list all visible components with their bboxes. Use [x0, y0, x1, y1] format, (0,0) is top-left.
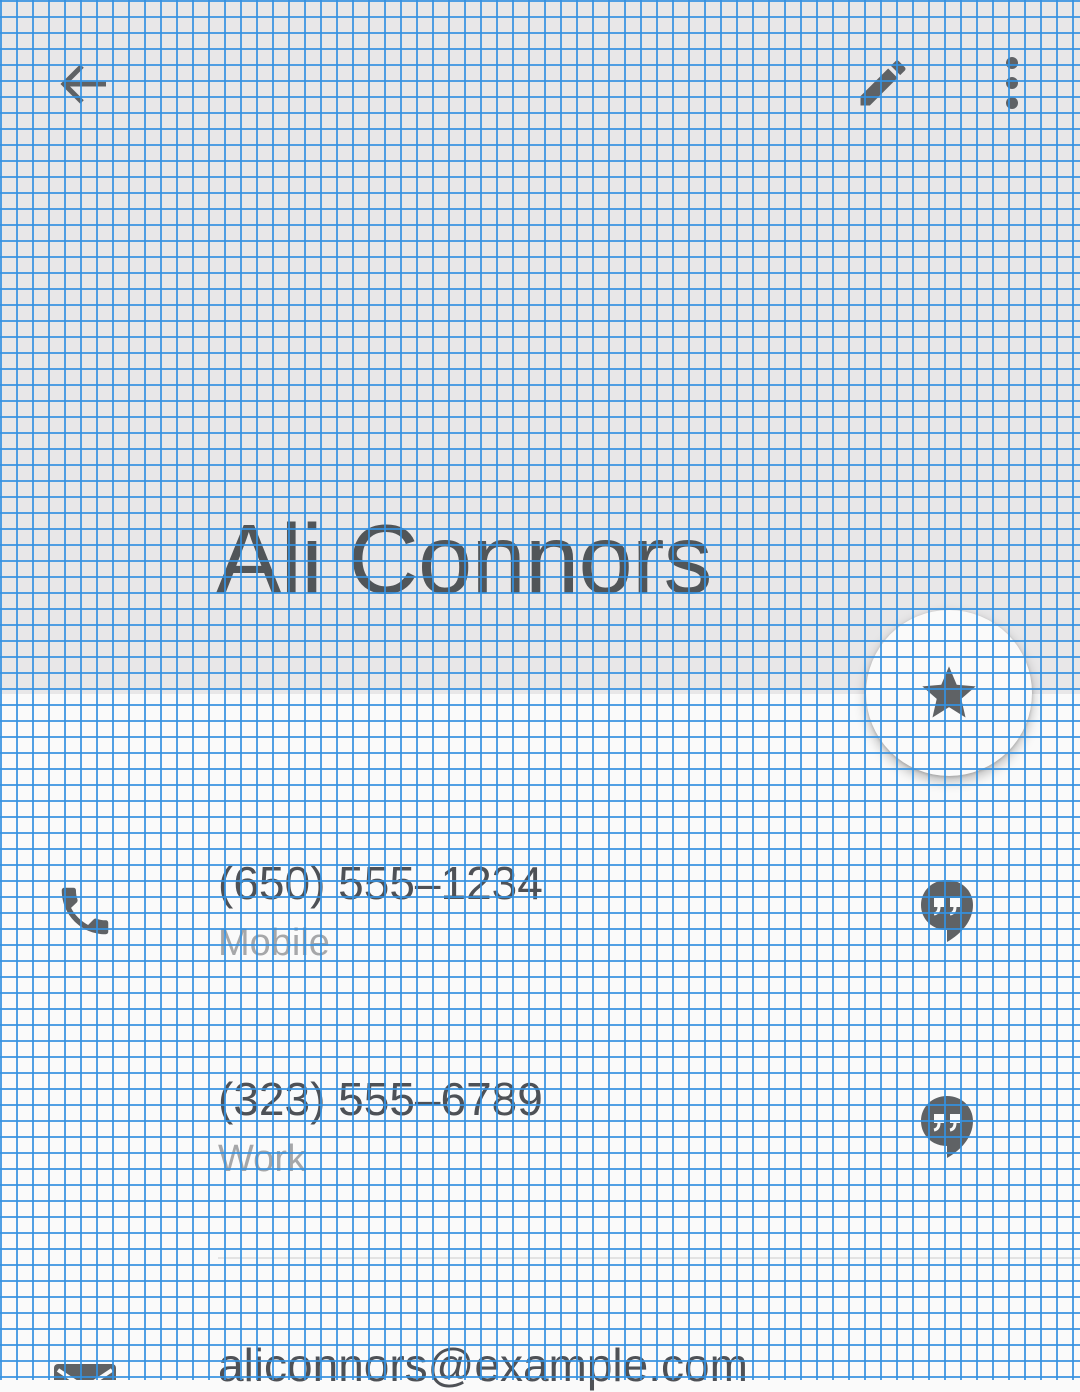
email-icon — [54, 1364, 116, 1380]
edit-button[interactable] — [850, 50, 916, 116]
star-icon — [922, 666, 976, 718]
back-button[interactable] — [52, 52, 116, 116]
more-vert-icon — [1006, 57, 1018, 109]
section-divider — [218, 1257, 1080, 1259]
phone-number-work[interactable]: (323) 555–6789 — [218, 1072, 543, 1126]
phone-number-mobile[interactable]: (650) 555–1234 — [218, 856, 543, 910]
hangouts-icon[interactable] — [918, 878, 976, 944]
edit-pencil-icon — [860, 60, 906, 106]
phone-icon — [54, 880, 116, 942]
back-arrow-icon — [60, 64, 106, 104]
contact-name: Ali Connors — [216, 504, 713, 614]
favorite-button[interactable] — [866, 610, 1032, 776]
contact-details — [0, 694, 1080, 1380]
email-address[interactable]: aliconnors@example.com — [218, 1338, 748, 1392]
phone-type-mobile: Mobile — [218, 922, 330, 964]
hangouts-icon[interactable] — [918, 1094, 976, 1160]
more-options-button[interactable] — [990, 50, 1034, 116]
phone-type-work: Work — [218, 1138, 306, 1180]
